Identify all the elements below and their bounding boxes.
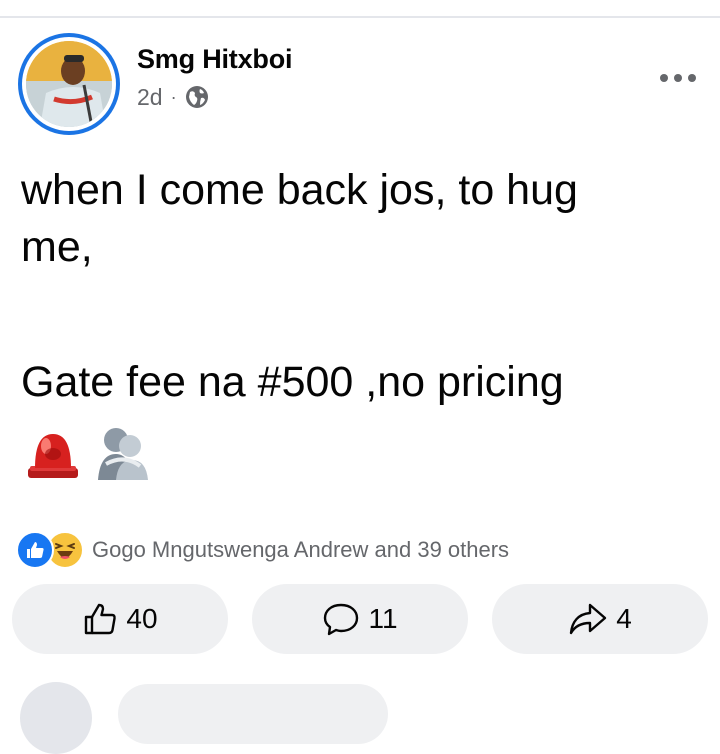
post-text-line: when I come back jos, to hug: [21, 166, 578, 214]
comment-count: 11: [368, 603, 398, 634]
reactions-summary[interactable]: Gogo Mngutswenga Andrew and 39 others: [16, 531, 509, 569]
next-post-avatar[interactable]: [20, 682, 92, 754]
comment-bubble-icon: [324, 603, 359, 636]
like-button[interactable]: 40: [12, 584, 228, 654]
comment-button[interactable]: 11: [252, 584, 468, 654]
share-button[interactable]: 4: [492, 584, 708, 654]
author-name[interactable]: Smg Hitxboi: [137, 44, 293, 75]
like-count: 40: [126, 603, 158, 634]
globe-icon[interactable]: [185, 85, 209, 109]
share-count: 4: [616, 603, 632, 634]
top-divider: [0, 16, 720, 18]
post-time[interactable]: 2d: [137, 84, 163, 111]
thumbs-up-icon: [85, 603, 117, 635]
share-arrow-icon: [570, 603, 607, 635]
like-reaction-icon: [16, 531, 54, 569]
post-text-line: me,: [21, 223, 93, 271]
avatar-photo: [26, 41, 112, 127]
post-meta: 2d ·: [137, 83, 209, 111]
more-dot-icon: [674, 74, 682, 82]
more-dot-icon: [660, 74, 668, 82]
post-emojis: [26, 420, 150, 480]
police-light-emoji: [28, 434, 78, 478]
author-avatar[interactable]: [18, 33, 120, 135]
more-dot-icon: [688, 74, 696, 82]
more-options-button[interactable]: [656, 60, 700, 96]
hugging-silhouette-emoji: [98, 428, 148, 480]
avatar-border: [22, 37, 116, 131]
post-text-line: Gate fee na #500 ,no pricing: [21, 358, 564, 406]
post-body: when I come back jos, to hug me, Gate fe…: [21, 162, 701, 411]
meta-separator: ·: [170, 86, 177, 107]
reactions-summary-text[interactable]: Gogo Mngutswenga Andrew and 39 others: [92, 537, 509, 563]
next-post-pill[interactable]: [118, 684, 388, 744]
